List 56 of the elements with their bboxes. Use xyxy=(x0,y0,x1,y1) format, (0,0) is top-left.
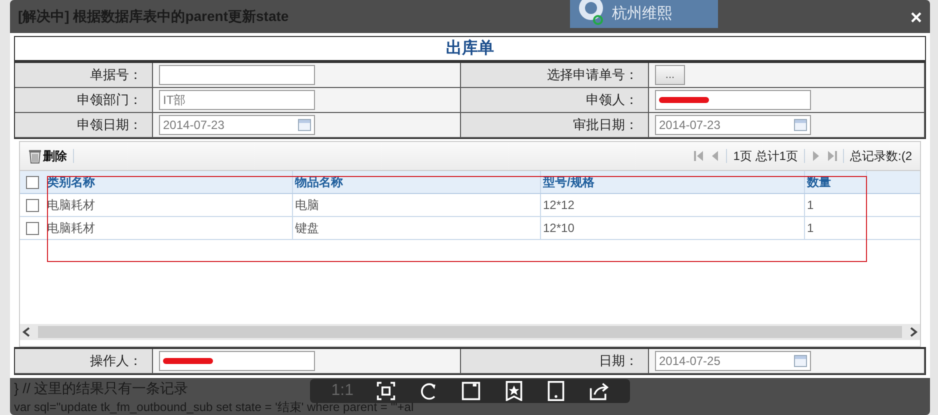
previous-page-icon xyxy=(710,151,720,161)
column-header: 数量 xyxy=(805,171,867,193)
row-checkbox[interactable] xyxy=(26,222,39,235)
field-label: 选择申请单号： xyxy=(461,63,649,88)
table-cell: 电脑 xyxy=(293,194,541,216)
next-page-icon xyxy=(810,151,821,161)
table-cell: 1 xyxy=(805,194,867,216)
calendar-icon xyxy=(794,119,807,131)
field-label: 申领日期： xyxy=(15,113,153,138)
table-cell: 1 xyxy=(805,217,867,239)
record-count: 总记录数:(2 xyxy=(850,148,912,164)
page-info: 1页 总计1页 xyxy=(733,148,798,164)
redaction-mark xyxy=(659,96,709,104)
calendar-icon xyxy=(298,119,311,131)
redaction-mark xyxy=(163,357,213,365)
fit-screen-button[interactable] xyxy=(376,381,396,401)
tablet-button[interactable] xyxy=(546,381,566,401)
input-field[interactable] xyxy=(655,90,811,110)
actual-size-button[interactable]: 1:1 xyxy=(331,382,354,400)
field-label: 单据号： xyxy=(15,63,153,88)
delete-button[interactable]: 删除 xyxy=(28,148,67,164)
input-field[interactable]: IT部 xyxy=(159,90,315,110)
form-title: 出库单 xyxy=(446,38,494,59)
field-label: 审批日期： xyxy=(461,113,649,138)
tablet-icon xyxy=(546,381,566,401)
date-field[interactable]: 2014-07-23 xyxy=(159,115,315,135)
save-icon xyxy=(461,381,482,401)
input-field[interactable] xyxy=(159,65,315,85)
browse-button[interactable]: ... xyxy=(655,65,685,85)
date-field[interactable]: 2014-07-23 xyxy=(655,115,811,135)
trash-icon xyxy=(28,148,42,164)
horizontal-scrollbar[interactable] xyxy=(20,324,920,340)
star-bookmark-icon xyxy=(504,381,524,401)
share-button[interactable] xyxy=(588,381,609,401)
share-icon xyxy=(588,381,609,401)
date-field[interactable]: 2014-07-25 xyxy=(655,351,811,371)
row-checkbox[interactable] xyxy=(26,199,39,212)
table-cell: 12*10 xyxy=(541,217,805,239)
calendar-icon xyxy=(794,355,807,367)
star-bookmark-button[interactable] xyxy=(504,381,524,401)
logo-text: 杭州维熙 xyxy=(612,4,672,24)
input-field[interactable] xyxy=(159,351,315,371)
save-button[interactable] xyxy=(461,381,482,401)
field-label: 操作人： xyxy=(15,349,153,374)
close-button[interactable]: × xyxy=(910,8,922,28)
fit-screen-icon xyxy=(376,381,396,401)
table-cell: 12*12 xyxy=(541,194,805,216)
table-cell: 键盘 xyxy=(293,217,541,239)
select-all-checkbox[interactable] xyxy=(26,176,39,189)
field-label: 申领人： xyxy=(461,88,649,113)
field-label: 日期： xyxy=(461,349,649,374)
table-cell: 电脑耗材 xyxy=(45,194,293,216)
first-page-icon xyxy=(694,151,704,161)
table-cell: 电脑耗材 xyxy=(45,217,293,239)
field-label: 申领部门： xyxy=(15,88,153,113)
last-page-icon xyxy=(826,151,837,161)
